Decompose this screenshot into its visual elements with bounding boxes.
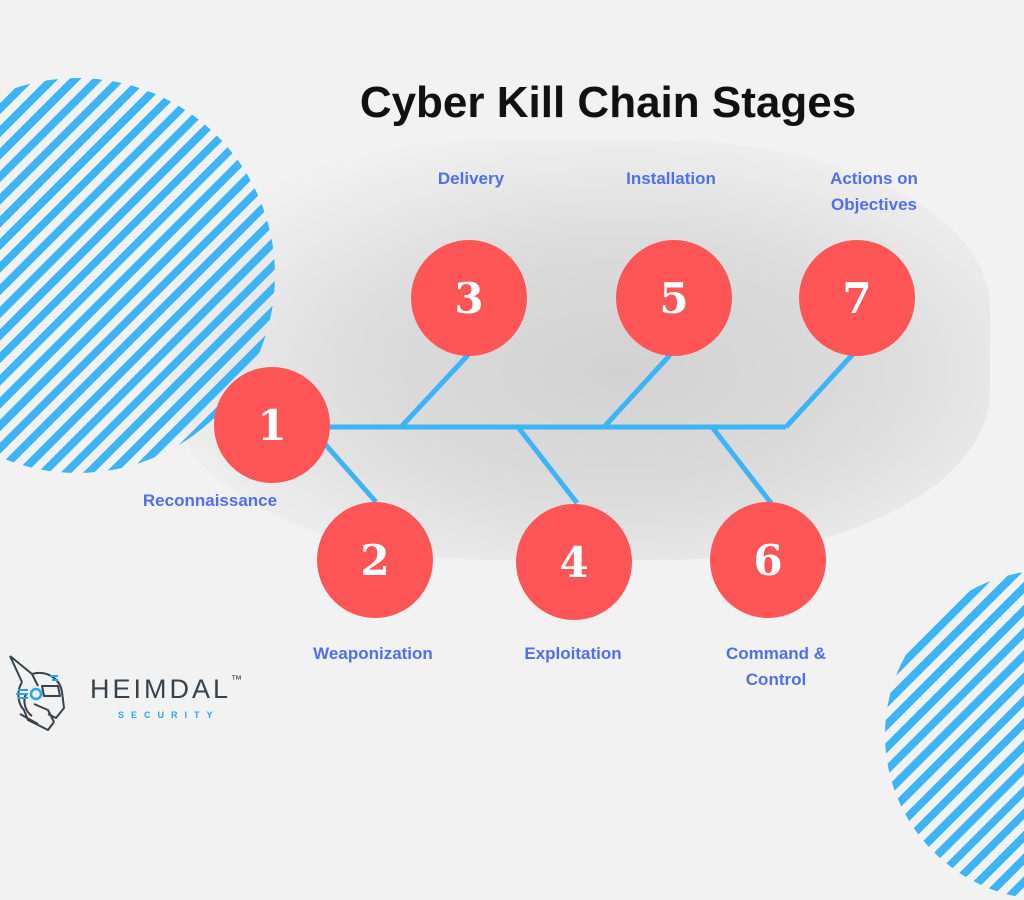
connector-7 (784, 352, 855, 429)
stage-label-6-line1: Command & (725, 644, 827, 663)
logo-subtitle: SECURITY (118, 710, 220, 720)
stage-node-7: 7 (799, 240, 915, 356)
stage-node-6: 6 (710, 502, 826, 618)
logo-name-text: HEIMDAL (90, 674, 232, 704)
stage-label-7-line2: Objectives (831, 195, 917, 214)
stage-label-7-line1: Actions on (830, 169, 918, 188)
stage-label-6: Command & Control (686, 641, 866, 693)
stage-label-3: Delivery (437, 169, 505, 188)
stage-label-1: Reconnaissance (142, 491, 278, 510)
connector-1-2 (316, 434, 378, 504)
stage-node-5: 5 (616, 240, 732, 356)
stage-node-2: 2 (317, 502, 433, 618)
connector-6 (710, 425, 773, 505)
stage-node-3: 3 (411, 240, 527, 356)
stage-label-2: Weaponization (313, 644, 433, 663)
logo-trademark: ™ (231, 674, 243, 686)
logo-wordmark: HEIMDAL™ (90, 674, 242, 705)
stage-label-6-line2: Control (745, 670, 807, 689)
stage-node-4: 4 (516, 504, 632, 620)
stage-label-4: Exploitation (524, 644, 622, 663)
stage-label-5: Installation (626, 169, 716, 188)
stage-label-7: Actions on Objectives (784, 166, 964, 218)
viking-helmet-icon (9, 655, 65, 731)
heimdal-logo: HEIMDAL™ SECURITY (8, 652, 278, 732)
stage-node-1: 1 (214, 367, 330, 483)
connector-4 (516, 425, 579, 505)
connector-5 (602, 353, 672, 429)
connector-3 (399, 353, 470, 429)
